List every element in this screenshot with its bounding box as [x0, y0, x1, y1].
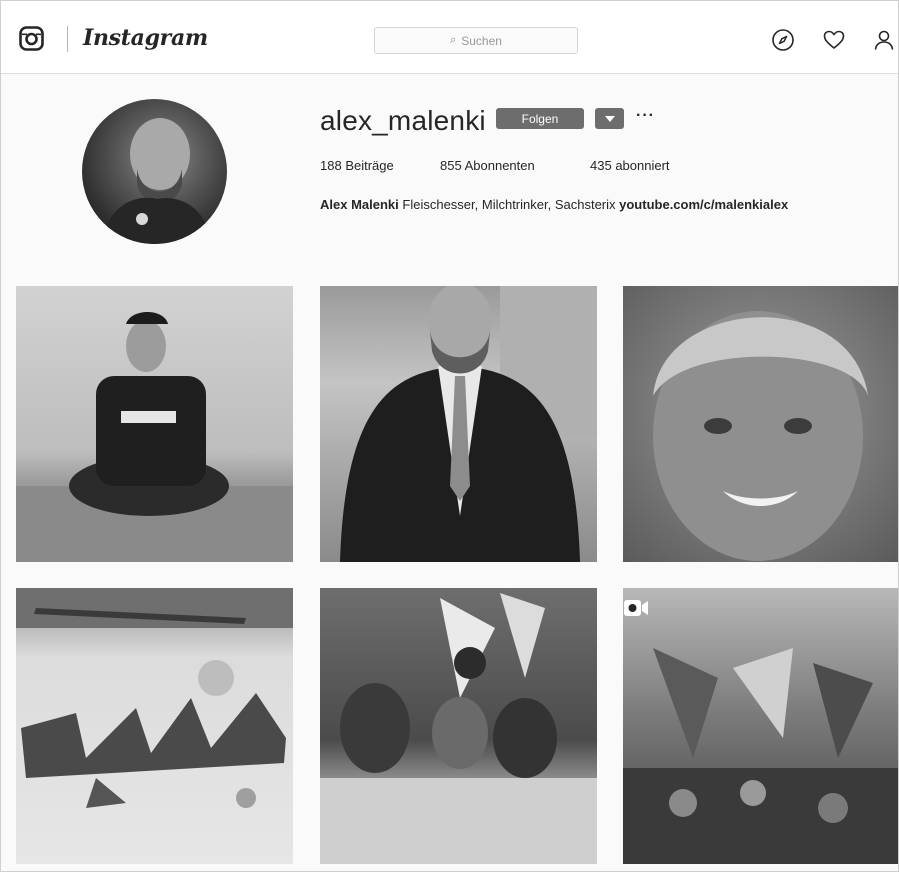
- post-thumbnail[interactable]: [320, 588, 597, 864]
- post-thumbnail[interactable]: [16, 286, 293, 562]
- search-placeholder: Suchen: [461, 33, 502, 48]
- chevron-down-icon: [604, 115, 615, 122]
- bio-link[interactable]: youtube.com/c/malenkialex: [619, 197, 788, 212]
- post-thumbnail[interactable]: [320, 286, 597, 562]
- following-count: 435: [590, 158, 612, 173]
- video-camera-icon: [624, 600, 648, 616]
- search-input[interactable]: ⌕ Suchen: [374, 27, 578, 54]
- instagram-logo-icon[interactable]: [19, 26, 44, 51]
- browser-frame: Instagram ⌕ Suchen alex_malenki Folgen ·…: [0, 0, 899, 872]
- logo-divider: [67, 26, 68, 52]
- posts-label: Beiträge: [345, 158, 394, 173]
- post-thumbnail[interactable]: [623, 286, 898, 562]
- posts-count: 188: [320, 158, 342, 173]
- bio-text: Fleischesser, Milchtrinker, Sachsterix: [402, 197, 616, 212]
- post-image: [623, 648, 898, 864]
- stat-following[interactable]: 435 abonniert: [590, 158, 670, 173]
- profile-username: alex_malenki: [320, 105, 486, 136]
- avatar-photo: [102, 118, 212, 244]
- person-icon[interactable]: [872, 28, 896, 52]
- stat-followers[interactable]: 855 Abonnenten: [440, 158, 535, 173]
- post-image: [653, 311, 868, 561]
- stat-posts: 188 Beiträge: [320, 158, 394, 173]
- post-image: [16, 312, 293, 562]
- search-icon: ⌕: [450, 34, 457, 46]
- follow-button[interactable]: Folgen: [496, 108, 584, 129]
- more-options-button[interactable]: ···: [636, 107, 655, 125]
- suggestions-dropdown-button[interactable]: [595, 108, 624, 129]
- compass-icon[interactable]: [771, 28, 795, 52]
- instagram-wordmark[interactable]: Instagram: [83, 25, 208, 51]
- post-image: [16, 588, 293, 808]
- following-label: abonniert: [615, 158, 670, 173]
- post-thumbnail-video[interactable]: [623, 588, 898, 864]
- post-image: [320, 593, 597, 864]
- top-navigation-bar: Instagram ⌕ Suchen: [1, 1, 898, 74]
- heart-icon[interactable]: [822, 28, 846, 52]
- post-thumbnail[interactable]: [16, 588, 293, 864]
- profile-bio: Alex Malenki Fleischesser, Milchtrinker,…: [320, 197, 788, 212]
- followers-count: 855: [440, 158, 462, 173]
- profile-avatar[interactable]: [82, 99, 227, 244]
- followers-label: Abonnenten: [464, 158, 535, 173]
- bio-full-name: Alex Malenki: [320, 197, 399, 212]
- post-image: [340, 286, 597, 562]
